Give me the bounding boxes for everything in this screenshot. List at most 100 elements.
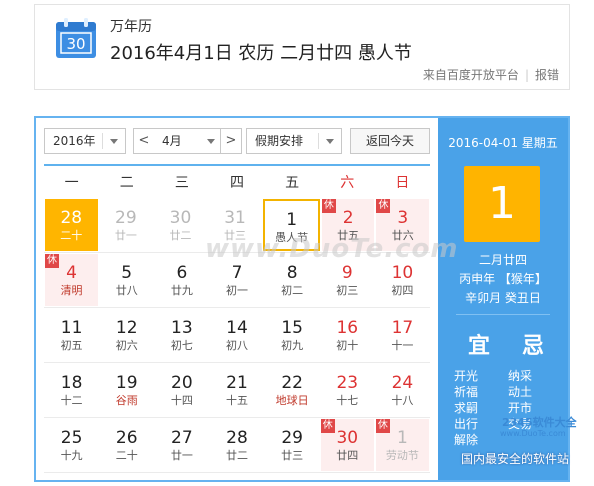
day-number: 31	[224, 208, 246, 228]
day-cell[interactable]: 28 二十	[45, 199, 98, 251]
weekday-label: 五	[285, 175, 300, 191]
lunar-label: 廿三	[224, 229, 247, 242]
day-cell[interactable]: 15 初九	[266, 309, 319, 361]
day-number: 30	[169, 208, 192, 228]
day-cell[interactable]: 31 廿三	[209, 199, 262, 251]
day-number: 10	[391, 263, 414, 283]
chevron-down-icon	[207, 139, 215, 144]
day-number: 27	[171, 428, 193, 448]
day-cell[interactable]: 休 1 劳动节	[375, 419, 429, 471]
day-cell[interactable]: 27 廿一	[155, 419, 208, 471]
day-cell[interactable]: 29 廿一	[100, 199, 153, 251]
day-cell[interactable]: 13 初七	[155, 309, 208, 361]
rest-day-badge: 休	[375, 419, 390, 433]
day-cell[interactable]: 26 二十	[100, 419, 153, 471]
holiday-select[interactable]: 假期安排	[246, 128, 342, 154]
day-cell[interactable]: 9 初三	[321, 254, 374, 306]
day-cell[interactable]: 18 十二	[45, 364, 98, 416]
month-select[interactable]: 4月	[154, 128, 222, 154]
day-cell[interactable]: 21 十五	[210, 364, 263, 416]
source-row: 来自百度开放平台 | 报错	[422, 68, 559, 82]
day-number: 23	[336, 373, 359, 393]
day-cell[interactable]: 22 地球日	[266, 364, 319, 416]
watermark-footer: 国内最安全的软件站	[461, 452, 570, 466]
weekday-label: 一	[64, 175, 79, 191]
lunar-label: 劳动节	[385, 449, 419, 462]
activity-item: 交易	[508, 417, 533, 431]
chevron-down-icon	[110, 139, 118, 144]
day-cell[interactable]: 11 初五	[45, 309, 98, 361]
day-cell[interactable]: 休 4 清明	[45, 254, 99, 306]
weekday-header: 一二三四五六日	[44, 164, 430, 198]
svg-text:30: 30	[66, 35, 85, 53]
day-cell[interactable]: 19 谷雨	[100, 364, 153, 416]
lunar-label: 廿四	[336, 449, 359, 462]
day-number: 17	[391, 318, 414, 338]
day-cell[interactable]: 29 廿三	[266, 419, 319, 471]
activity-item: 开光	[454, 369, 479, 383]
next-month-button[interactable]: >	[220, 128, 242, 154]
lunar-date: 二月廿四	[478, 253, 527, 267]
day-number: 11	[60, 318, 83, 338]
day-number: 20	[171, 373, 193, 393]
day-number: 8	[286, 263, 298, 283]
week-row: 11 初五 12 初六 13 初七 14 初八 15 初九 16 初十 17 十一	[44, 308, 430, 363]
lunar-label: 二十	[115, 449, 138, 462]
day-number: 24	[391, 373, 414, 393]
day-cell[interactable]: 8 初二	[266, 254, 319, 306]
day-cell[interactable]: 5 廿八	[100, 254, 153, 306]
day-cell[interactable]: 24 十八	[376, 364, 429, 416]
divider	[456, 314, 550, 315]
day-number: 26	[115, 428, 138, 448]
day-number: 28	[60, 208, 83, 228]
day-number: 22	[281, 373, 303, 393]
day-cell[interactable]: 30 廿二	[154, 199, 207, 251]
activity-item: 纳采	[508, 369, 533, 383]
app-name[interactable]: 万年历	[110, 16, 152, 36]
lunar-label: 地球日	[275, 394, 309, 407]
holiday-select-value: 假期安排	[255, 134, 304, 148]
day-number: 12	[115, 318, 138, 338]
day-cell[interactable]: 休 3 廿六	[376, 199, 430, 251]
day-number: 13	[171, 318, 193, 338]
day-cell[interactable]: 28 廿二	[210, 419, 263, 471]
activity-item: 动土	[508, 385, 533, 399]
day-cell[interactable]: 7 初一	[210, 254, 263, 306]
day-cell[interactable]: 14 初八	[210, 309, 263, 361]
day-cell[interactable]: 23 十七	[321, 364, 374, 416]
day-cell[interactable]: 12 初六	[100, 309, 153, 361]
detail-day-number: 1	[464, 166, 540, 242]
day-cell[interactable]: 10 初四	[376, 254, 429, 306]
lunar-label: 廿九	[170, 284, 193, 297]
day-cell[interactable]: 6 廿九	[155, 254, 208, 306]
day-cell[interactable]: 17 十一	[376, 309, 429, 361]
day-cell[interactable]: 休 30 廿四	[320, 419, 374, 471]
day-number: 7	[231, 263, 243, 283]
day-number: 29	[281, 428, 303, 448]
lunar-label: 清明	[60, 284, 83, 297]
rest-day-badge: 休	[376, 199, 391, 213]
day-number: 28	[226, 428, 248, 448]
day-cell[interactable]: 16 初十	[321, 309, 374, 361]
day-cell[interactable]: 1 愚人节	[263, 199, 320, 251]
report-link[interactable]: 报错	[535, 68, 559, 82]
lunar-label: 廿二	[225, 449, 248, 462]
lunar-label: 十五	[225, 394, 248, 407]
year-select[interactable]: 2016年	[44, 128, 126, 154]
calendar-icon: 30	[55, 17, 97, 59]
prev-month-button[interactable]: <	[133, 128, 155, 154]
day-number: 16	[336, 318, 359, 338]
week-row: 25 十九 26 二十 27 廿一 28 廿二 29 廿三休 30 廿四休 1 劳动节	[44, 418, 430, 473]
ji-heading: 忌	[522, 334, 545, 359]
back-to-today-button[interactable]: 返回今天	[350, 128, 430, 154]
day-cell[interactable]: 20 十四	[155, 364, 208, 416]
lunar-label: 初十	[336, 339, 359, 352]
detail-date: 2016-04-01 星期五	[448, 136, 558, 150]
day-number: 15	[281, 318, 303, 338]
lunar-label: 二十	[60, 229, 83, 242]
month-select-value: 4月	[162, 134, 182, 148]
lunar-label: 初八	[225, 339, 248, 352]
day-cell[interactable]: 25 十九	[45, 419, 98, 471]
day-cell[interactable]: 休 2 廿五	[321, 199, 375, 251]
weekday-label: 二	[119, 175, 134, 191]
